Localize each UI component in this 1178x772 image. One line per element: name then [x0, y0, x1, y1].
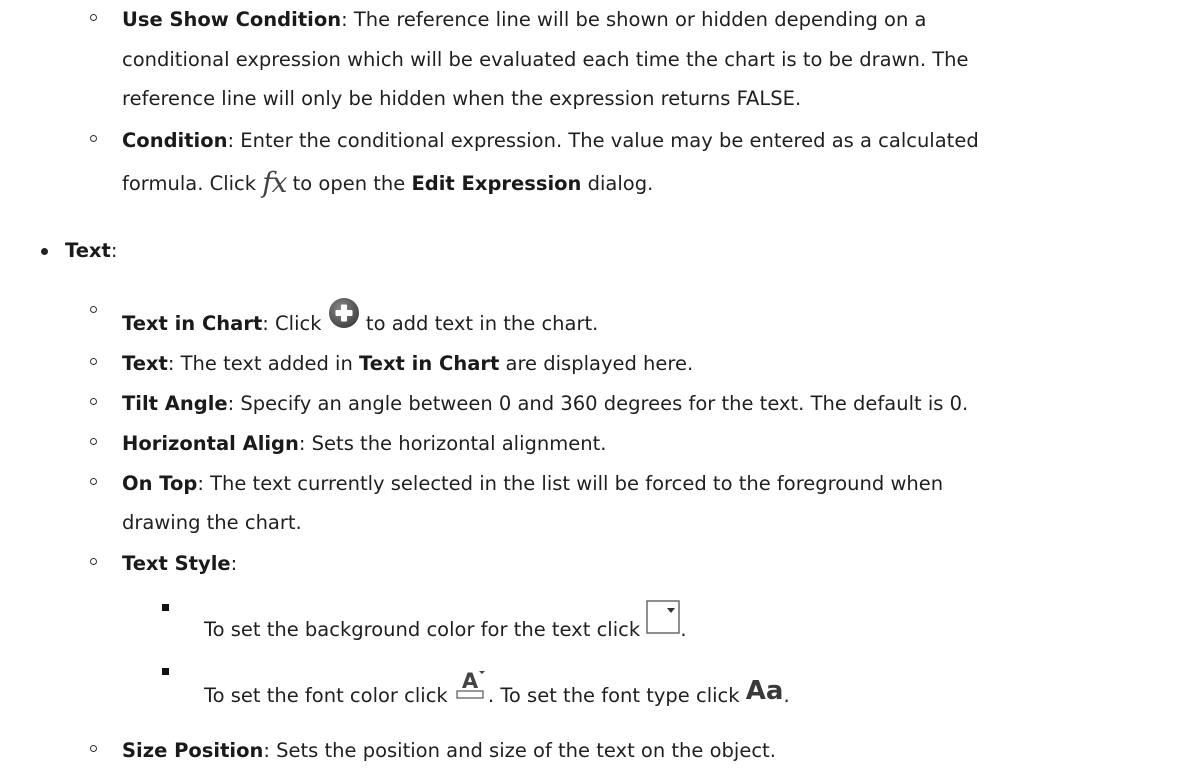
- term-edit-expression: Edit Expression: [411, 172, 582, 195]
- font-color-icon: A: [454, 669, 488, 708]
- bullet-circle: [90, 478, 97, 485]
- desc-text: : The text currently selected in the lis…: [197, 472, 944, 495]
- term-on-top: On Top: [122, 472, 198, 495]
- bullet-square: [162, 604, 169, 611]
- bullet-circle: [90, 558, 97, 565]
- font-type-icon: Aa: [745, 676, 784, 706]
- term-text-heading: Text: [65, 239, 111, 262]
- bullet-circle: [90, 438, 97, 445]
- desc-text: : Sets the position and size of the text…: [263, 739, 776, 762]
- term-text-in-chart: Text in Chart: [122, 312, 263, 335]
- tilt-angle-item: Tilt Angle: Specify an angle between 0 a…: [122, 391, 968, 417]
- text-style-font-item: To set the font color click A . To set t…: [204, 669, 790, 709]
- desc-text: :: [230, 552, 238, 575]
- on-top-item: On Top: The text currently selected in t…: [122, 471, 943, 497]
- bullet-circle: [90, 135, 97, 142]
- bullet-square: [162, 668, 169, 675]
- bullet-circle: [90, 306, 97, 313]
- desc-text: .: [680, 618, 687, 641]
- svg-text:A: A: [462, 669, 479, 693]
- bullet-circle: [90, 14, 97, 21]
- show-condition-line3: reference line will only be hidden when …: [122, 87, 802, 110]
- bullet-circle: [90, 745, 97, 752]
- term-text: Text: [122, 352, 168, 375]
- text-style-item: Text Style:: [122, 551, 237, 577]
- desc-text: To set the font color click: [204, 684, 454, 707]
- desc-text: To set the background color for the text…: [204, 618, 647, 641]
- desc-text: : Sets the horizontal alignment.: [298, 432, 607, 455]
- desc-text: : Click: [262, 312, 328, 335]
- on-top-line2: drawing the chart.: [122, 511, 302, 534]
- term-text-in-chart-ref: Text in Chart: [359, 352, 500, 375]
- desc-text: to open the: [286, 172, 412, 195]
- text-in-chart-item: Text in Chart: Click to add text in the …: [122, 298, 599, 337]
- desc-text: are displayed here.: [499, 352, 694, 375]
- text-style-background-item: To set the background color for the text…: [204, 600, 687, 643]
- show-condition-item: Use Show Condition: The reference line w…: [122, 7, 926, 33]
- desc-text: . To set the font type click: [487, 684, 746, 707]
- fx-icon: fx: [262, 166, 287, 199]
- text-item: Text: The text added in Text in Chart ar…: [122, 351, 693, 377]
- desc-text: to add text in the chart.: [359, 312, 599, 335]
- bullet-circle: [90, 358, 97, 365]
- desc-text: formula. Click: [122, 172, 263, 195]
- desc-text: : The reference line will be shown or hi…: [341, 8, 927, 31]
- desc-text: : The text added in: [167, 352, 360, 375]
- documentation-page: Use Show Condition: The reference line w…: [0, 0, 1178, 772]
- dropdown-color-icon: [646, 600, 681, 641]
- term-use-show-condition: Use Show Condition: [122, 8, 342, 31]
- term-tilt-angle: Tilt Angle: [122, 392, 228, 415]
- condition-item: Condition: Enter the conditional express…: [122, 128, 979, 154]
- size-position-item: Size Position: Sets the position and siz…: [122, 738, 776, 764]
- plus-circle-icon: [328, 297, 360, 336]
- desc-text: :: [110, 239, 118, 262]
- term-horizontal-align: Horizontal Align: [122, 432, 299, 455]
- desc-text: : Specify an angle between 0 and 360 deg…: [227, 392, 969, 415]
- text-heading: Text:: [65, 238, 117, 264]
- desc-text: dialog.: [581, 172, 654, 195]
- term-text-style: Text Style: [122, 552, 231, 575]
- bullet-disc: [41, 248, 48, 255]
- desc-text: : Enter the conditional expression. The …: [227, 129, 979, 152]
- desc-text: .: [783, 684, 790, 707]
- term-condition: Condition: [122, 129, 228, 152]
- bullet-circle: [90, 398, 97, 405]
- condition-line2: formula. Click fx to open the Edit Expre…: [122, 169, 654, 197]
- show-condition-line2: conditional expression which will be eva…: [122, 48, 969, 71]
- horizontal-align-item: Horizontal Align: Sets the horizontal al…: [122, 431, 606, 457]
- term-size-position: Size Position: [122, 739, 264, 762]
